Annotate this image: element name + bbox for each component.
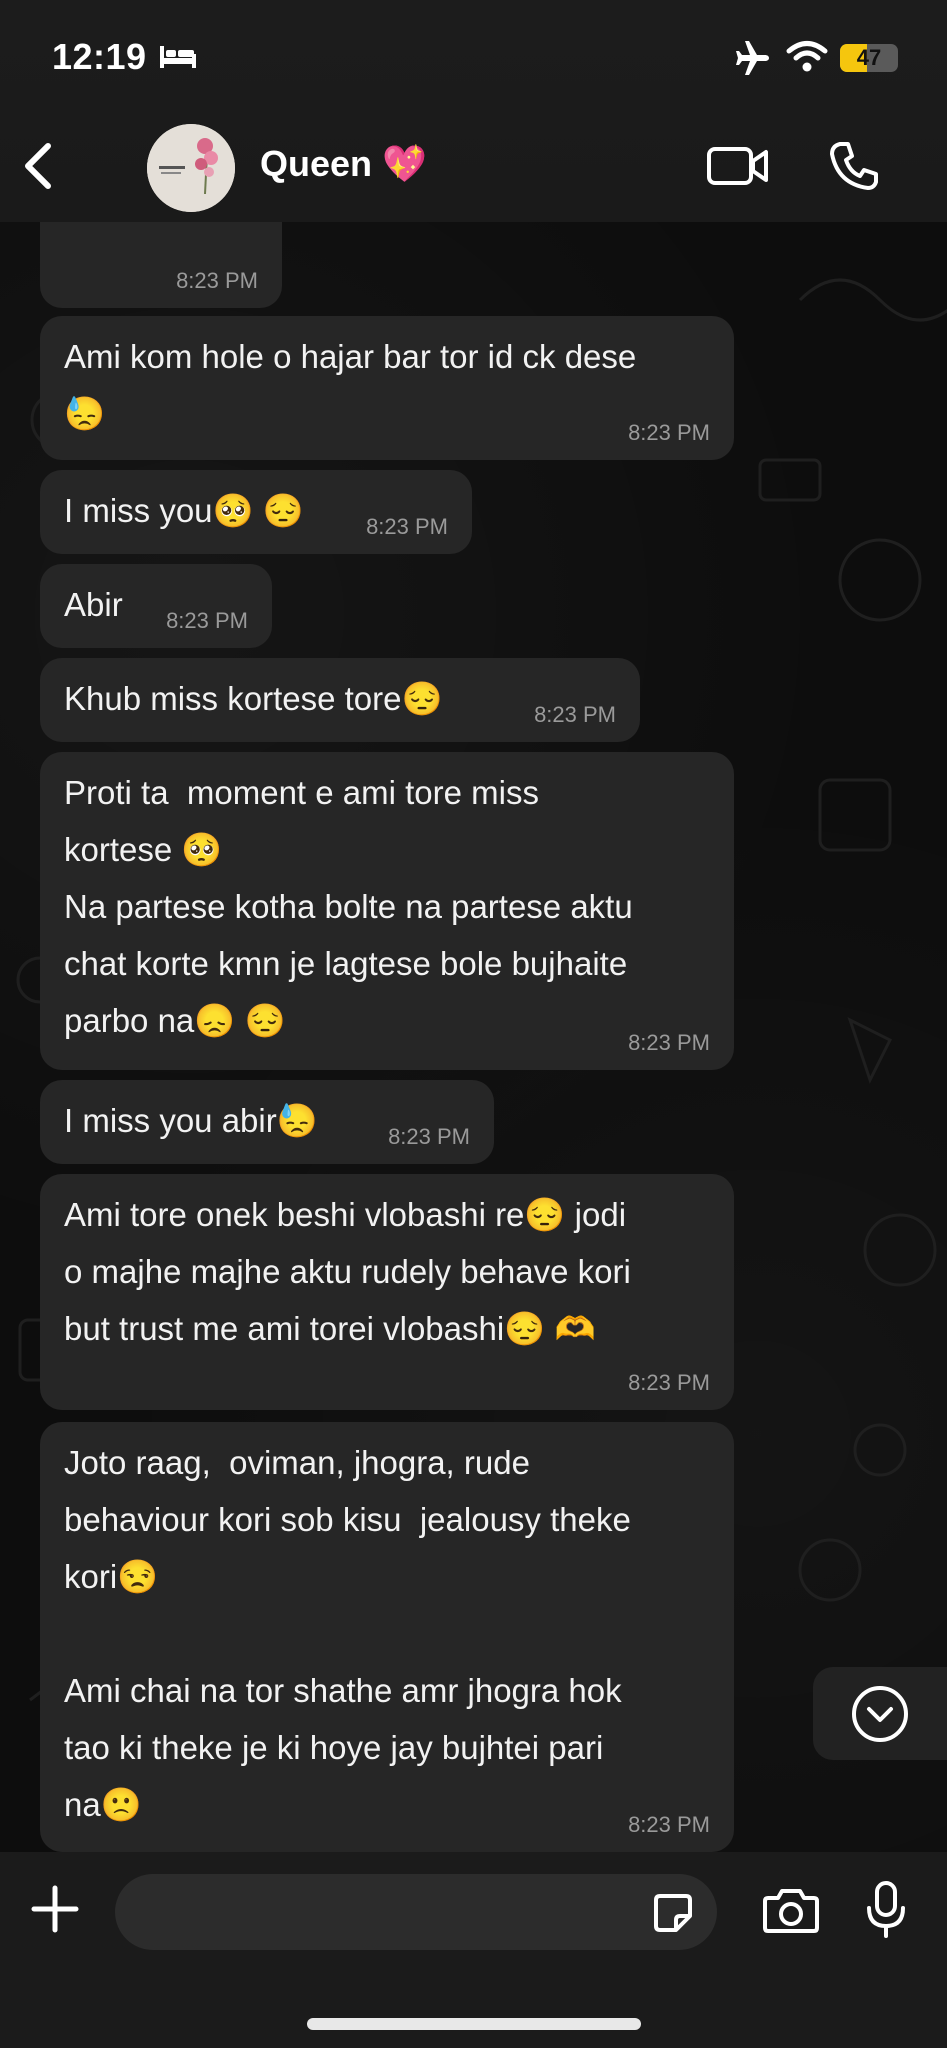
message-text: Proti ta moment e ami tore miss kortese … (64, 774, 633, 1039)
message-time: 8:23 PM (534, 702, 616, 727)
airplane-mode-icon (736, 41, 769, 75)
message-time: 8:23 PM (366, 514, 448, 539)
message-bubble[interactable]: Ami kom hole o hajar bar tor id ck dese … (40, 316, 734, 460)
sticker-icon[interactable] (652, 1892, 694, 1934)
plus-icon[interactable] (30, 1884, 80, 1934)
microphone-icon[interactable] (864, 1880, 908, 1940)
chevron-left-icon[interactable] (18, 140, 58, 192)
chevron-down-circle-icon (852, 1686, 908, 1742)
message-bubble[interactable]: Joto raag, oviman, jhogra, rude behaviou… (40, 1422, 734, 1852)
battery-percent: 47 (856, 45, 882, 70)
message-bubble[interactable]: Ami tore onek beshi vlobashi re😔 jodi o … (40, 1174, 734, 1410)
contact-name[interactable]: Queen 💖 (260, 143, 427, 185)
chat-header: 12:19 47 Queen 💖 (0, 0, 947, 222)
scroll-to-bottom-button[interactable] (813, 1667, 947, 1760)
message-time: 8:23 PM (388, 1124, 470, 1149)
sleep-focus-icon (160, 46, 196, 68)
video-camera-icon[interactable] (706, 144, 770, 188)
wifi-icon (786, 41, 828, 72)
camera-icon[interactable] (762, 1886, 820, 1934)
flower-avatar-image (147, 124, 235, 212)
status-time: 12:19 (52, 36, 147, 77)
home-indicator[interactable] (307, 2018, 641, 2030)
message-bubble[interactable]: Khub miss kortese tore😔 8:23 PM (40, 658, 640, 742)
message-text: Joto raag, oviman, jhogra, rude behaviou… (64, 1444, 631, 1823)
message-text: Ami tore onek beshi vlobashi re😔 jodi o … (64, 1196, 631, 1347)
message-time: 8:23 PM (628, 1370, 710, 1395)
battery-indicator: 47 (840, 44, 898, 72)
message-time: 8:23 PM (166, 608, 248, 633)
message-time: 8:23 PM (628, 1812, 710, 1837)
message-input[interactable] (115, 1874, 717, 1950)
compose-bar (0, 1852, 947, 2048)
message-bubble[interactable]: I miss you🥺 😔 8:23 PM (40, 470, 472, 554)
message-bubble[interactable]: Abir 8:23 PM (40, 564, 272, 648)
message-bubble[interactable]: Proti ta moment e ami tore miss kortese … (40, 752, 734, 1070)
message-text: Ami kom hole o hajar bar tor id ck dese … (64, 338, 637, 432)
message-bubble[interactable]: I miss you abir😓 8:23 PM (40, 1080, 494, 1164)
message-time: 8:23 PM (628, 1030, 710, 1055)
avatar[interactable] (147, 124, 235, 212)
phone-icon[interactable] (828, 140, 878, 192)
message-time: 8:23 PM (176, 268, 258, 293)
message-time: 8:23 PM (628, 420, 710, 445)
